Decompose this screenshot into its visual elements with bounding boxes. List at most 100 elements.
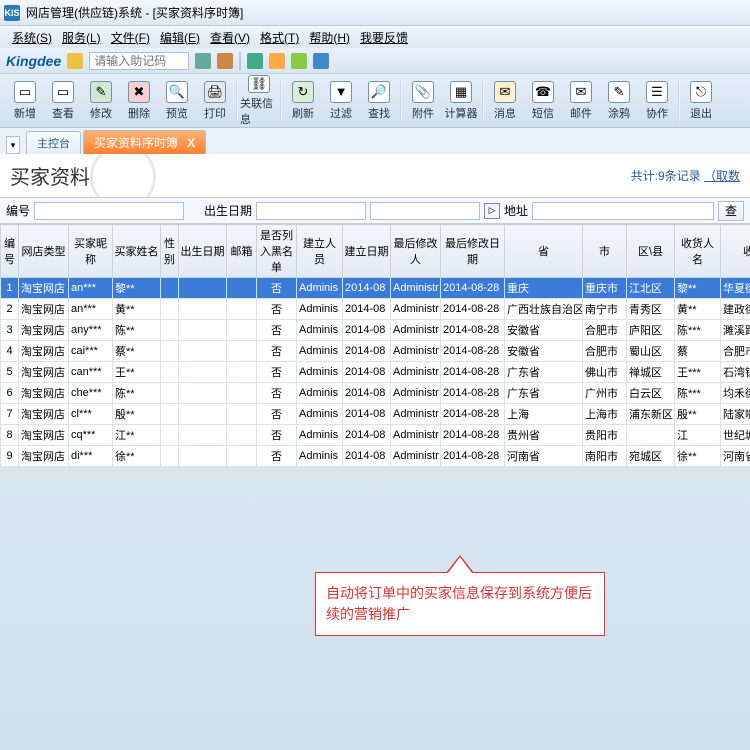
col-header[interactable]: 是否列入黑名单 xyxy=(257,225,297,278)
help-row: Kingdee xyxy=(0,48,750,74)
col-header[interactable]: 收 xyxy=(721,225,750,278)
cell: cq*** xyxy=(69,425,113,446)
menu-item-5[interactable]: 格式(T) xyxy=(256,27,303,48)
cell: Administr xyxy=(391,383,441,404)
cell: Adminis xyxy=(297,299,343,320)
tab-scroll-left-icon[interactable]: ▾ xyxy=(6,136,20,154)
toolbar-涂鸦[interactable]: ✎涂鸦 xyxy=(600,77,638,125)
toolbar-icon: ▦ xyxy=(450,81,472,103)
toolbar-计算器[interactable]: ▦计算器 xyxy=(442,77,480,125)
toolbar-修改[interactable]: ✎修改 xyxy=(82,77,120,125)
cell: 江北区 xyxy=(627,278,675,299)
toolbar-短信[interactable]: ☎短信 xyxy=(524,77,562,125)
cell: 陆家嘴街道 xyxy=(721,404,750,425)
tab-dashboard[interactable]: 主控台 xyxy=(26,131,81,154)
search-button[interactable]: 查 xyxy=(718,201,744,221)
toolbar-label: 刷新 xyxy=(292,105,314,121)
col-header[interactable]: 最后修改日期 xyxy=(441,225,505,278)
toolbar-label: 修改 xyxy=(90,105,112,121)
go-icon[interactable]: ▷ xyxy=(484,203,500,219)
col-header[interactable]: 性别 xyxy=(161,225,179,278)
col-header[interactable]: 买家姓名 xyxy=(113,225,161,278)
toolbar-消息[interactable]: ✉消息 xyxy=(486,77,524,125)
cell xyxy=(227,299,257,320)
filter-birth-from-input[interactable] xyxy=(256,202,366,220)
fetch-link[interactable]: （取数 xyxy=(704,169,740,183)
close-icon[interactable]: X xyxy=(187,136,195,150)
cell: 蔡 xyxy=(675,341,721,362)
separator xyxy=(280,81,282,121)
toolbar-过滤[interactable]: ▼过滤 xyxy=(322,77,360,125)
help-icon[interactable] xyxy=(67,53,83,69)
cell: 2014-08-28 xyxy=(441,446,505,467)
tool-icon-4[interactable] xyxy=(269,53,285,69)
cell: 黄** xyxy=(113,299,161,320)
table-row[interactable]: 4淘宝网店cai***蔡**否Adminis2014-08Administr20… xyxy=(1,341,750,362)
cell: 广东省 xyxy=(505,362,583,383)
mnemonic-input[interactable] xyxy=(89,52,189,70)
tab-buyer-list[interactable]: 买家资料序时簿 X xyxy=(83,130,206,154)
cell: 2014-08-28 xyxy=(441,425,505,446)
table-row[interactable]: 8淘宝网店cq***江**否Adminis2014-08Administr201… xyxy=(1,425,750,446)
col-header[interactable]: 编号 xyxy=(1,225,19,278)
filter-addr-input[interactable] xyxy=(532,202,714,220)
toolbar-删除[interactable]: ✖删除 xyxy=(120,77,158,125)
menu-item-3[interactable]: 编辑(E) xyxy=(156,27,204,48)
data-grid[interactable]: 编号网店类型买家昵称买家姓名性别出生日期邮箱是否列入黑名单建立人员建立日期最后修… xyxy=(0,224,750,467)
menu-item-1[interactable]: 服务(L) xyxy=(58,27,105,48)
table-row[interactable]: 3淘宝网店any***陈**否Adminis2014-08Administr20… xyxy=(1,320,750,341)
col-header[interactable]: 出生日期 xyxy=(179,225,227,278)
col-header[interactable]: 买家昵称 xyxy=(69,225,113,278)
table-row[interactable]: 9淘宝网店di***徐**否Adminis2014-08Administr201… xyxy=(1,446,750,467)
filter-id-input[interactable] xyxy=(34,202,184,220)
toolbar-退出[interactable]: ⎋退出 xyxy=(682,77,720,125)
cell: 2014-08 xyxy=(343,320,391,341)
col-header[interactable]: 市 xyxy=(583,225,627,278)
filter-birth-to-input[interactable] xyxy=(370,202,480,220)
cell: 黄** xyxy=(675,299,721,320)
menu-item-4[interactable]: 查看(V) xyxy=(206,27,254,48)
col-header[interactable]: 建立人员 xyxy=(297,225,343,278)
col-header[interactable]: 省 xyxy=(505,225,583,278)
separator xyxy=(482,81,484,121)
toolbar-协作[interactable]: ☰协作 xyxy=(638,77,676,125)
table-row[interactable]: 5淘宝网店can***王**否Adminis2014-08Administr20… xyxy=(1,362,750,383)
cell: 陈*** xyxy=(675,320,721,341)
table-row[interactable]: 2淘宝网店an***黄**否Adminis2014-08Administr201… xyxy=(1,299,750,320)
toolbar-查看[interactable]: ▭查看 xyxy=(44,77,82,125)
cell: 2014-08 xyxy=(343,341,391,362)
cell xyxy=(179,404,227,425)
menu-item-7[interactable]: 我要反馈 xyxy=(356,27,412,48)
filter-label-addr: 地址 xyxy=(504,202,528,219)
toolbar-新增[interactable]: ▭新增 xyxy=(6,77,44,125)
tool-icon-2[interactable] xyxy=(217,53,233,69)
toolbar-打印[interactable]: 🖨打印 xyxy=(196,77,234,125)
table-row[interactable]: 1淘宝网店an***黎**否Adminis2014-08Administr201… xyxy=(1,278,750,299)
cell: 2014-08 xyxy=(343,299,391,320)
col-header[interactable]: 建立日期 xyxy=(343,225,391,278)
table-row[interactable]: 6淘宝网店che***陈**否Adminis2014-08Administr20… xyxy=(1,383,750,404)
table-row[interactable]: 7淘宝网店cl***殷**否Adminis2014-08Administr201… xyxy=(1,404,750,425)
col-header[interactable]: 网店类型 xyxy=(19,225,69,278)
col-header[interactable]: 最后修改人 xyxy=(391,225,441,278)
tool-icon-6[interactable] xyxy=(313,53,329,69)
toolbar-查找[interactable]: 🔎查找 xyxy=(360,77,398,125)
tab-strip: ▾ 主控台 买家资料序时簿 X xyxy=(0,128,750,154)
cell: 王** xyxy=(113,362,161,383)
tool-icon-5[interactable] xyxy=(291,53,307,69)
col-header[interactable]: 收货人名 xyxy=(675,225,721,278)
toolbar-关联信息[interactable]: ⛓关联信息 xyxy=(240,77,278,125)
toolbar-附件[interactable]: 📎附件 xyxy=(404,77,442,125)
cell xyxy=(179,383,227,404)
tool-icon-3[interactable] xyxy=(247,53,263,69)
cell: 建政街道南 xyxy=(721,299,750,320)
col-header[interactable]: 邮箱 xyxy=(227,225,257,278)
toolbar-预览[interactable]: 🔍预览 xyxy=(158,77,196,125)
tool-icon-1[interactable] xyxy=(195,53,211,69)
col-header[interactable]: 区\县 xyxy=(627,225,675,278)
toolbar-邮件[interactable]: ✉邮件 xyxy=(562,77,600,125)
menu-item-0[interactable]: 系统(S) xyxy=(8,27,56,48)
menu-item-6[interactable]: 帮助(H) xyxy=(305,27,354,48)
toolbar-刷新[interactable]: ↻刷新 xyxy=(284,77,322,125)
menu-item-2[interactable]: 文件(F) xyxy=(107,27,154,48)
